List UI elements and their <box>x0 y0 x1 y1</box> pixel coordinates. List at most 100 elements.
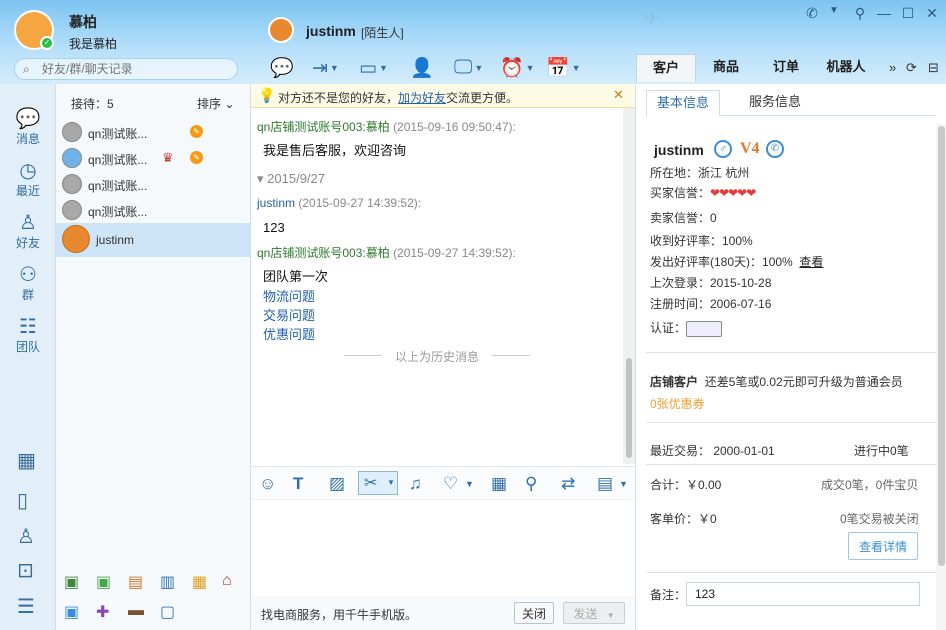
seller-credit: 卖家信誉：0 <box>650 211 717 225</box>
bulb-icon: 💡 <box>258 87 276 103</box>
close-icon[interactable]: ✕ <box>920 5 944 22</box>
plugin-home-icon[interactable]: ⌂ <box>222 572 232 590</box>
nav-message[interactable]: 💬 消息 <box>0 106 56 147</box>
font-icon[interactable]: T <box>293 474 303 494</box>
phone-icon[interactable]: ✆ <box>766 140 784 158</box>
contact-avatar <box>62 200 82 220</box>
shake-icon[interactable]: ♫ <box>409 474 422 494</box>
nav-groups[interactable]: ⚇ 群 <box>0 262 56 303</box>
chat-footer: 找电商服务，用千牛手机版。 关闭 发送 ▼ <box>251 596 635 630</box>
pin-icon[interactable]: ⚲ <box>848 5 872 22</box>
online-status-icon: ✓ <box>40 36 54 50</box>
remark-label: 备注： <box>650 588 687 602</box>
plugin-gift-icon[interactable]: ▣ <box>96 572 111 592</box>
contact-item[interactable]: qn测试账... <box>56 197 250 223</box>
plugin-shop-icon[interactable]: ▤ <box>128 572 143 592</box>
chat-panel: 💡 对方还不是您的好友，加为好友交流更方便。 ✕ qn店铺测试账号003:慕柏 … <box>251 84 635 630</box>
contact-item[interactable]: qn测试账... <box>56 171 250 197</box>
screen-button[interactable]: 🖵 ▼ <box>454 56 483 80</box>
plugin-sell-icon[interactable]: ▥ <box>160 572 175 592</box>
chevron-down-icon[interactable]: ▼ <box>465 479 474 489</box>
add-friend-link[interactable]: 加为好友 <box>398 91 446 105</box>
chevron-down-icon[interactable]: ▼ <box>607 611 615 620</box>
scrollbar-thumb[interactable] <box>626 358 632 458</box>
sort-dropdown[interactable]: 排序 ⌄ <box>197 95 234 112</box>
history-icon[interactable]: ▤ <box>597 474 613 494</box>
plugin-store-icon[interactable]: ▣ <box>64 572 79 592</box>
view-link[interactable]: 查看 <box>799 255 823 269</box>
menu-icon[interactable]: ☰ <box>17 594 35 619</box>
quick-link-logistics[interactable]: 物流问题 <box>263 286 315 305</box>
chat-avatar[interactable] <box>268 17 294 43</box>
user-avatar[interactable]: ✓ <box>14 10 54 50</box>
quick-link-trade[interactable]: 交易问题 <box>263 305 315 324</box>
contact-avatar <box>62 174 82 194</box>
coupon-count[interactable]: 0张优惠券 <box>650 395 705 412</box>
chevron-down-icon[interactable]: ▼ <box>822 5 846 16</box>
contact-avatar <box>62 225 90 253</box>
nav-recent[interactable]: ◷ 最近 <box>0 158 56 199</box>
refresh-icon[interactable]: ⟳ <box>906 60 917 76</box>
more-tabs-icon[interactable]: » <box>889 60 896 75</box>
image-icon[interactable]: ▨ <box>329 474 345 494</box>
add-friend-button[interactable]: 👤 <box>410 56 434 80</box>
scrollbar-thumb[interactable] <box>938 126 945 566</box>
mobile-icon[interactable]: ▯ <box>17 488 28 513</box>
tab-robot[interactable]: 机器人 <box>816 54 876 82</box>
video-button[interactable]: ▭ ▼ <box>359 56 388 80</box>
tab-customer[interactable]: 客户 <box>636 54 696 82</box>
inbox-icon[interactable]: ⊡ <box>17 558 34 583</box>
contact-item[interactable]: qn测试账... ✎ <box>56 119 250 145</box>
close-notice-icon[interactable]: ✕ <box>613 87 624 103</box>
video-icon: ▭ <box>359 57 377 79</box>
screenshot-button[interactable]: ✂ ▼ <box>358 471 398 495</box>
heart-icon[interactable]: ♡ <box>443 474 458 494</box>
tab-order[interactable]: 订单 <box>756 54 816 82</box>
tab-basic-info[interactable]: 基本信息 <box>646 90 720 116</box>
alert-button[interactable]: ⏰ ▼ <box>500 56 535 80</box>
message-input[interactable] <box>251 502 635 596</box>
send-button[interactable]: 发送 ▼ <box>563 602 625 624</box>
contact-time-icon[interactable]: ♙ <box>17 524 35 549</box>
contact-item[interactable]: qn测试账... ♛ ✎ <box>56 145 250 171</box>
plugin-puzzle-icon[interactable]: ✚ <box>96 602 109 622</box>
chat-bubble-icon[interactable]: 💬 <box>270 56 294 80</box>
apps-grid-icon[interactable]: ▦ <box>17 448 36 473</box>
maximize-icon[interactable]: ☐ <box>896 5 920 22</box>
plugin-bag-icon[interactable]: ▣ <box>64 602 79 622</box>
calendar-button[interactable]: 📅 ▼ <box>546 56 581 80</box>
message-icon: 💬 <box>15 108 41 130</box>
calculator-icon[interactable]: ▦ <box>491 474 507 494</box>
scissors-icon: ✂ <box>364 475 378 492</box>
chat-scrollbar[interactable] <box>623 108 635 464</box>
tab-service-info[interactable]: 服务信息 <box>740 90 810 116</box>
emoji-icon[interactable]: ☺ <box>259 474 276 494</box>
search-box[interactable]: ⌕ <box>14 58 238 80</box>
chevron-down-icon: ▼ <box>571 63 581 73</box>
nav-friends[interactable]: ♙ 好友 <box>0 210 56 251</box>
remark-input[interactable] <box>686 582 920 606</box>
search-input[interactable] <box>42 61 232 77</box>
auth-info: 认证： <box>650 319 723 337</box>
nav-team[interactable]: ☷ 团队 <box>0 314 56 355</box>
plugin-truck-icon[interactable]: ▬ <box>128 602 144 620</box>
user-signature[interactable]: 我是慕柏 <box>69 35 117 52</box>
collapse-icon[interactable]: ⊟ <box>928 60 939 76</box>
chevron-down-icon[interactable]: ▼ <box>619 479 628 489</box>
user-search-icon[interactable]: ⚲ <box>525 474 537 494</box>
promo-text[interactable]: 找电商服务，用千牛手机版。 <box>261 606 417 623</box>
plugin-supply-icon[interactable]: ▦ <box>192 572 207 592</box>
phone-icon[interactable]: ✆ <box>800 5 824 22</box>
view-details-button[interactable]: 查看详情 <box>848 532 918 560</box>
quick-link-discount[interactable]: 优惠问题 <box>263 324 315 343</box>
plugin-screen-icon[interactable]: ▢ <box>160 602 175 622</box>
paper-plane-icon: ✈ <box>643 8 661 30</box>
minimize-icon[interactable]: — <box>872 5 896 21</box>
quick-reply-icon[interactable]: ⇄ <box>561 474 575 494</box>
transfer-button[interactable]: ⇥ ▼ <box>312 56 339 80</box>
chevron-down-icon: ▼ <box>329 63 339 73</box>
contact-item-selected[interactable]: justinm <box>56 223 250 257</box>
customer-scrollbar[interactable] <box>936 124 946 630</box>
close-button[interactable]: 关闭 <box>514 602 554 624</box>
tab-product[interactable]: 商品 <box>696 54 756 82</box>
